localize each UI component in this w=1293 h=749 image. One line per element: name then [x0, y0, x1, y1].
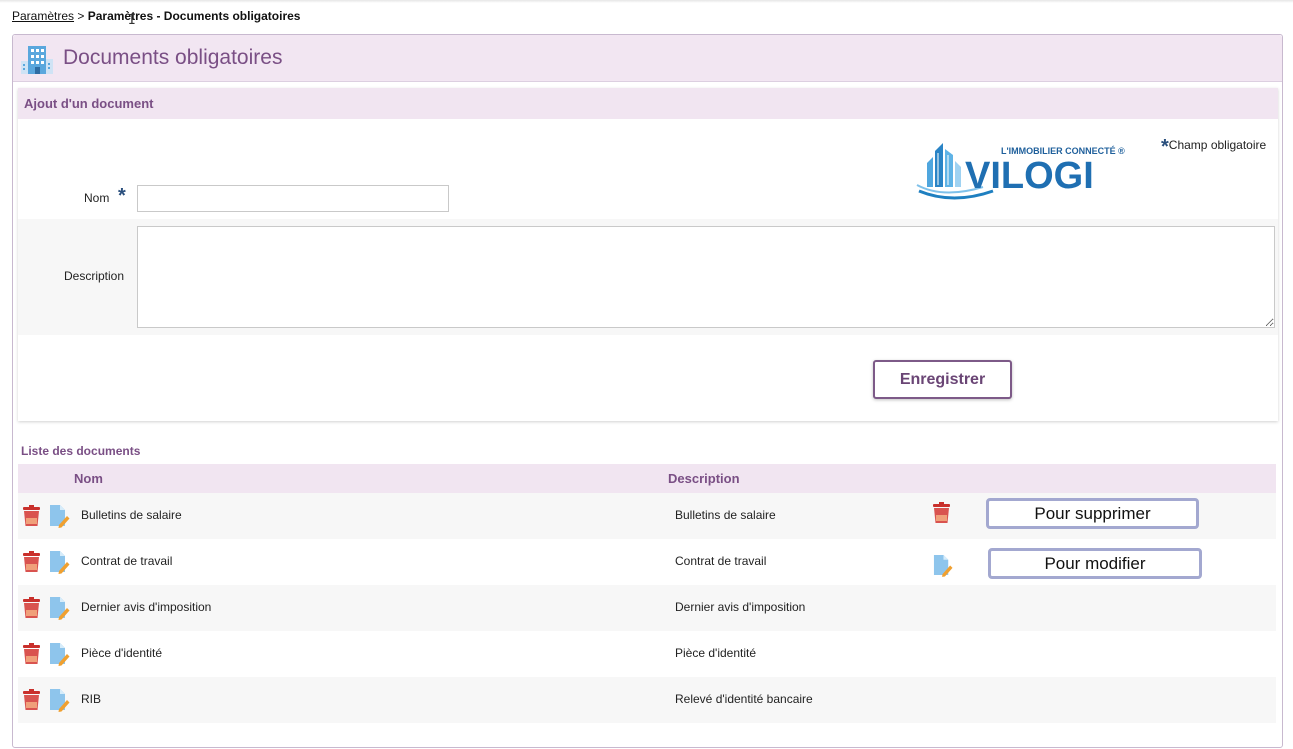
edit-document-icon[interactable]	[49, 642, 70, 666]
description-row: Description	[18, 219, 1278, 335]
breadcrumb-link-parametres[interactable]: Paramètres	[12, 9, 74, 23]
add-document-title: Ajout d'un document	[24, 96, 154, 111]
required-field-note: *Champ obligatoire	[1161, 136, 1266, 159]
trash-icon[interactable]	[22, 551, 41, 573]
building-icon	[21, 46, 53, 74]
edit-document-icon[interactable]	[49, 688, 70, 712]
legend-edit-label: Pour modifier	[988, 548, 1202, 579]
top-shadow	[0, 0, 1293, 3]
edit-document-icon[interactable]	[49, 550, 70, 574]
trash-icon[interactable]	[22, 597, 41, 619]
nom-label: Nom	[84, 191, 110, 205]
legend-edit-icon	[933, 555, 953, 577]
breadcrumb: Paramètres > Paramètres - Documents obli…	[12, 9, 300, 23]
description-label: Description	[64, 269, 125, 283]
table-row: Pièce d'identité Pièce d'identité	[18, 631, 1276, 677]
cell-nom: RIB	[81, 692, 102, 706]
required-star-icon: *	[1161, 136, 1169, 158]
column-header-nom: Nom	[74, 471, 103, 486]
cell-description: Relevé d'identité bancaire	[675, 692, 813, 706]
edit-document-icon[interactable]	[49, 596, 70, 620]
add-document-header: Ajout d'un document	[18, 88, 1278, 119]
column-header-description: Description	[668, 471, 740, 486]
cell-description: Bulletins de salaire	[675, 508, 776, 522]
trash-icon[interactable]	[22, 643, 41, 665]
cell-nom: Contrat de travail	[81, 554, 173, 568]
cell-description: Pièce d'identité	[675, 646, 757, 660]
table-row: Dernier avis d'imposition Dernier avis d'…	[18, 585, 1276, 631]
cell-nom: Dernier avis d'imposition	[81, 600, 212, 614]
breadcrumb-separator: >	[77, 9, 85, 23]
panel-header: Documents obligatoires	[13, 35, 1282, 82]
cell-description: Dernier avis d'imposition	[675, 600, 806, 614]
table-row: RIB Relevé d'identité bancaire	[18, 677, 1276, 723]
cell-nom: Bulletins de salaire	[81, 508, 182, 522]
nom-required-star-icon: *	[118, 185, 126, 207]
add-document-card: Ajout d'un document L'IMMOBILIER CONNECT…	[18, 88, 1278, 421]
documents-table-header: Nom Description	[18, 464, 1276, 493]
edit-document-icon[interactable]	[49, 504, 70, 528]
vilogi-logo: L'IMMOBILIER CONNECTÉ ® VILOGI	[916, 143, 1125, 200]
description-textarea[interactable]	[137, 226, 1275, 328]
save-button[interactable]: Enregistrer	[873, 360, 1012, 399]
legend-trash-icon	[933, 502, 950, 523]
trash-icon[interactable]	[22, 505, 41, 527]
legend-delete-label: Pour supprimer	[986, 498, 1199, 529]
page-title: Documents obligatoires	[63, 46, 283, 69]
text-cursor-icon: I	[128, 13, 136, 28]
nom-input[interactable]	[137, 185, 449, 212]
trash-icon[interactable]	[22, 689, 41, 711]
breadcrumb-current: Paramètres - Documents obligatoires	[87, 9, 301, 23]
required-field-text: Champ obligatoire	[1168, 138, 1267, 152]
cell-description: Contrat de travail	[675, 554, 767, 568]
documents-list-title: Liste des documents	[21, 444, 141, 458]
logo-brand: VILOGI	[965, 155, 1094, 197]
cell-nom: Pièce d'identité	[81, 646, 163, 660]
